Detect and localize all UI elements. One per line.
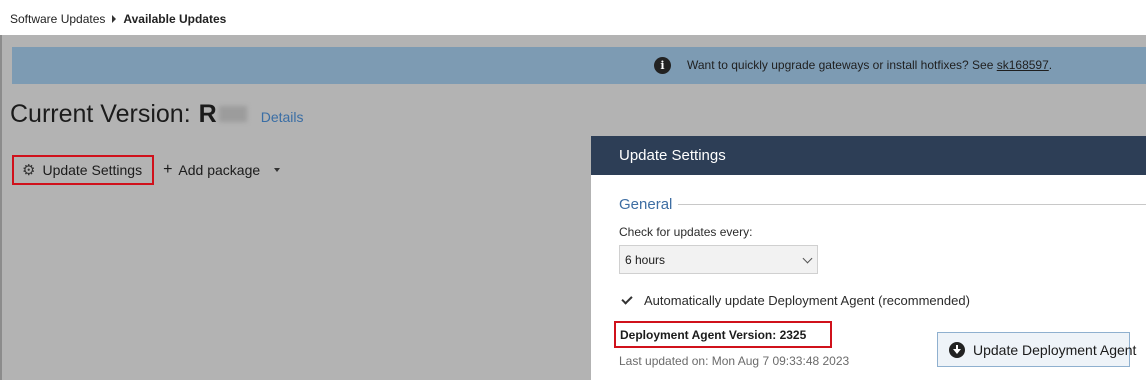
breadcrumb-available-updates: Available Updates — [123, 12, 227, 26]
panel-header: Update Settings — [591, 136, 1146, 175]
update-deployment-agent-button[interactable]: Update Deployment Agent — [937, 332, 1136, 367]
general-section-header: General — [619, 194, 1146, 214]
breadcrumb: Software Updates Available Updates — [10, 10, 226, 28]
auto-update-row: Automatically update Deployment Agent (r… — [621, 291, 970, 309]
auto-update-checkbox[interactable] — [621, 294, 633, 306]
auto-update-label[interactable]: Automatically update Deployment Agent (r… — [644, 293, 970, 308]
check-interval-value: 6 hours — [625, 252, 666, 267]
sk-article-link[interactable]: sk168597 — [997, 58, 1049, 72]
download-circle-icon — [949, 341, 965, 358]
last-updated-text: Last updated on: Mon Aug 7 09:33:48 2023 — [619, 354, 850, 368]
current-version-row: Current Version: R Details — [10, 100, 304, 136]
update-settings-label: Update Settings — [42, 162, 143, 178]
gear-icon: ⚙ — [22, 162, 36, 179]
current-version-value: R — [198, 100, 217, 128]
check-interval-label: Check for updates every: — [619, 225, 753, 239]
info-banner-text: Want to quickly upgrade gateways or inst… — [687, 58, 1052, 72]
add-package-label: Add package — [178, 162, 261, 178]
caret-down-icon[interactable] — [274, 168, 281, 172]
section-divider — [678, 203, 1146, 205]
page-border — [0, 35, 2, 380]
details-link[interactable]: Details — [261, 109, 304, 125]
update-deployment-agent-label: Update Deployment Agent — [973, 341, 1137, 358]
add-package-button[interactable]: + Add package — [163, 161, 281, 179]
toolbar: ⚙ Update Settings + Add package — [12, 154, 281, 186]
info-banner-prefix: Want to quickly upgrade gateways or inst… — [687, 58, 997, 72]
breadcrumb-software-updates[interactable]: Software Updates — [10, 12, 105, 26]
info-banner-suffix: . — [1048, 58, 1053, 72]
update-settings-panel: Update Settings General Check for update… — [591, 136, 1146, 380]
deployment-agent-version: Deployment Agent Version: 2325 — [614, 321, 832, 348]
redacted-version-blur — [218, 106, 247, 122]
current-version-label: Current Version: — [10, 100, 191, 128]
update-settings-button[interactable]: ⚙ Update Settings — [12, 155, 155, 185]
check-interval-select[interactable]: 6 hours — [619, 245, 818, 274]
panel-title: Update Settings — [619, 147, 726, 164]
info-banner: i Want to quickly upgrade gateways or in… — [12, 47, 1146, 84]
chevron-down-icon — [802, 253, 813, 264]
general-section-title: General — [619, 195, 673, 213]
plus-icon: + — [163, 161, 173, 178]
info-icon: i — [654, 57, 671, 74]
breadcrumb-separator-icon — [112, 15, 117, 23]
